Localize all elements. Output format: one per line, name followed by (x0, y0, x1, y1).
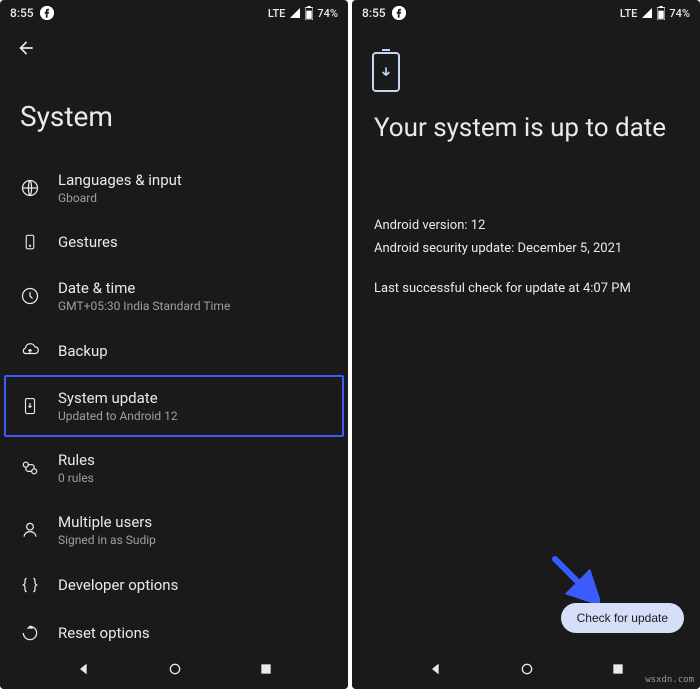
braces-icon (20, 575, 40, 595)
settings-item-datetime[interactable]: Date & time GMT+05:30 India Standard Tim… (4, 265, 344, 327)
nav-recent-icon[interactable] (259, 662, 273, 676)
item-title: Gestures (58, 233, 118, 251)
rules-icon (20, 458, 40, 478)
nav-home-icon[interactable] (167, 661, 183, 677)
page-title: System (0, 70, 348, 157)
status-time: 8:55 (362, 6, 386, 20)
item-subtitle: 0 rules (58, 471, 95, 485)
item-subtitle: GMT+05:30 India Standard Time (58, 299, 230, 313)
item-title: Developer options (58, 576, 178, 594)
item-title: Rules (58, 451, 95, 469)
system-update-screen: 8:55 LTE 74% Your system is up to date A… (352, 0, 700, 689)
security-update-line: Android security update: December 5, 202… (374, 239, 678, 260)
users-icon (20, 520, 40, 540)
settings-item-languages[interactable]: Languages & input Gboard (4, 157, 344, 219)
battery-icon (305, 6, 313, 20)
signal-icon (641, 7, 653, 19)
network-type: LTE (268, 7, 286, 20)
nav-back-icon[interactable] (76, 661, 92, 677)
settings-item-multiple-users[interactable]: Multiple users Signed in as Sudip (4, 499, 344, 561)
settings-item-rules[interactable]: Rules 0 rules (4, 437, 344, 499)
battery-percent: 74% (317, 7, 338, 20)
system-update-icon (20, 397, 40, 415)
navigation-bar (0, 649, 348, 689)
item-subtitle: Updated to Android 12 (58, 409, 178, 423)
nav-home-icon[interactable] (519, 661, 535, 677)
network-type: LTE (620, 7, 638, 20)
annotation-arrow-icon (550, 554, 600, 604)
item-title: Reset options (58, 624, 150, 642)
settings-item-system-update[interactable]: System update Updated to Android 12 (4, 375, 344, 437)
update-heading: Your system is up to date (352, 102, 700, 166)
item-title: Date & time (58, 279, 230, 297)
last-check-line: Last successful check for update at 4:07… (374, 279, 678, 300)
item-subtitle: Gboard (58, 191, 182, 205)
nav-recent-icon[interactable] (611, 662, 625, 676)
globe-icon (20, 178, 40, 198)
android-version-line: Android version: 12 (374, 216, 678, 237)
battery-percent: 74% (669, 7, 690, 20)
item-title: Backup (58, 342, 108, 360)
back-button[interactable] (0, 24, 348, 70)
system-settings-screen: 8:55 LTE 74% System Languages & input Gb… (0, 0, 348, 689)
settings-list: Languages & input Gboard Gestures Date &… (0, 157, 348, 657)
gestures-icon (20, 233, 40, 251)
battery-icon (657, 6, 665, 20)
signal-icon (289, 7, 301, 19)
item-title: System update (58, 389, 178, 407)
status-bar: 8:55 LTE 74% (352, 0, 700, 24)
clock-icon (20, 286, 40, 306)
system-update-hero-icon (372, 52, 400, 92)
facebook-notification-icon (40, 6, 54, 20)
settings-item-gestures[interactable]: Gestures (4, 219, 344, 265)
update-info: Android version: 12 Android security upd… (352, 166, 700, 302)
status-time: 8:55 (10, 6, 34, 20)
cloud-upload-icon (20, 341, 40, 361)
reset-icon (20, 623, 40, 643)
item-title: Languages & input (58, 171, 182, 189)
facebook-notification-icon (392, 6, 406, 20)
status-bar: 8:55 LTE 74% (0, 0, 348, 24)
item-title: Multiple users (58, 513, 156, 531)
check-for-update-button[interactable]: Check for update (561, 603, 684, 633)
watermark-text: wsxdn.com (645, 675, 694, 685)
settings-item-backup[interactable]: Backup (4, 327, 344, 375)
settings-item-developer-options[interactable]: Developer options (4, 561, 344, 609)
nav-back-icon[interactable] (428, 661, 444, 677)
item-subtitle: Signed in as Sudip (58, 533, 156, 547)
